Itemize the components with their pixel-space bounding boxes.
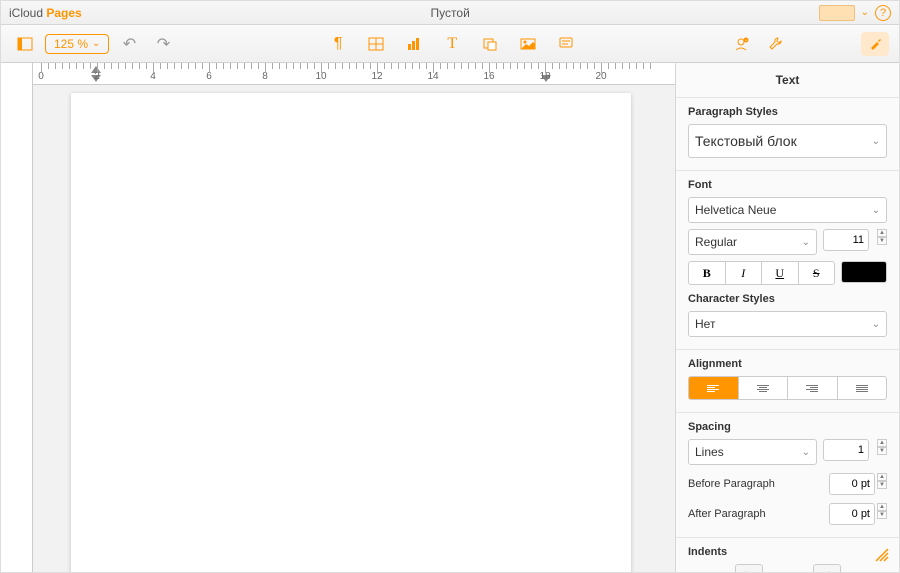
font-weight-select[interactable]: Regular⌄ [688,229,817,255]
resize-handle-icon[interactable] [871,544,893,566]
table-icon[interactable] [362,32,390,56]
decrease-indent-button[interactable]: ⇤ [735,564,763,572]
ruler[interactable]: 02468101214161820 [33,63,675,85]
format-brush-icon[interactable] [861,32,889,56]
media-icon[interactable] [514,32,542,56]
spacing-value-input[interactable]: 1 [823,439,869,461]
font-family-select[interactable]: Helvetica Neue⌄ [688,197,887,223]
spacing-mode-select[interactable]: Lines⌄ [688,439,817,465]
help-icon[interactable]: ? [875,5,891,21]
panel-title: Text [676,63,899,97]
color-swatch[interactable] [841,261,887,283]
brand: iCloud Pages [9,6,82,20]
toolbar: 125 %⌄ ↶ ↷ ¶ T + [1,25,899,63]
document-title: Пустой [82,6,819,20]
zoom-select[interactable]: 125 %⌄ [45,34,109,54]
font-heading: Font [688,179,887,191]
italic-button[interactable]: I [726,262,763,284]
redo-button[interactable]: ↷ [149,32,177,56]
underline-button[interactable]: U [762,262,799,284]
char-styles-heading: Character Styles [688,293,887,305]
align-left-button[interactable] [688,376,739,400]
text-icon[interactable]: T [438,32,466,56]
view-button[interactable] [11,32,39,56]
comment-icon[interactable] [552,32,580,56]
after-paragraph-input[interactable]: 0 pt [829,503,875,525]
collaborate-icon[interactable]: + [727,32,755,56]
chart-icon[interactable] [400,32,428,56]
titlebar: iCloud Pages Пустой ⌄ ? [1,1,899,25]
alignment-heading: Alignment [688,358,887,370]
paragraph-icon[interactable]: ¶ [324,32,352,56]
before-paragraph-label: Before Paragraph [688,478,775,490]
alignment-group [688,376,887,400]
bold-button[interactable]: B [689,262,726,284]
chevron-down-icon[interactable]: ⌄ [861,7,869,18]
after-paragraph-label: After Paragraph [688,508,766,520]
indents-heading: Indents [688,546,887,558]
align-center-button[interactable] [739,376,789,400]
strike-button[interactable]: S [799,262,835,284]
before-paragraph-input[interactable]: 0 pt [829,473,875,495]
document-page[interactable] [71,93,631,572]
canvas[interactable]: 02468101214161820 [1,63,675,572]
format-sidebar: Text Paragraph Styles Текстовый блок⌄ Fo… [675,63,899,572]
paragraph-style-select[interactable]: Текстовый блок⌄ [688,124,887,158]
align-right-button[interactable] [788,376,838,400]
shape-icon[interactable] [476,32,504,56]
spacing-heading: Spacing [688,421,887,433]
user-pill[interactable] [819,5,855,21]
align-justify-button[interactable] [838,376,888,400]
char-style-select[interactable]: Нет⌄ [688,311,887,337]
spacing-stepper[interactable]: ▲▼ [877,439,887,465]
paragraph-styles-heading: Paragraph Styles [688,106,887,118]
tools-icon[interactable] [761,32,789,56]
undo-button[interactable]: ↶ [115,32,143,56]
font-size-input[interactable]: 11 [823,229,869,251]
font-size-stepper[interactable]: ▲▼ [877,229,887,255]
increase-indent-button[interactable]: ⇥ [813,564,841,572]
